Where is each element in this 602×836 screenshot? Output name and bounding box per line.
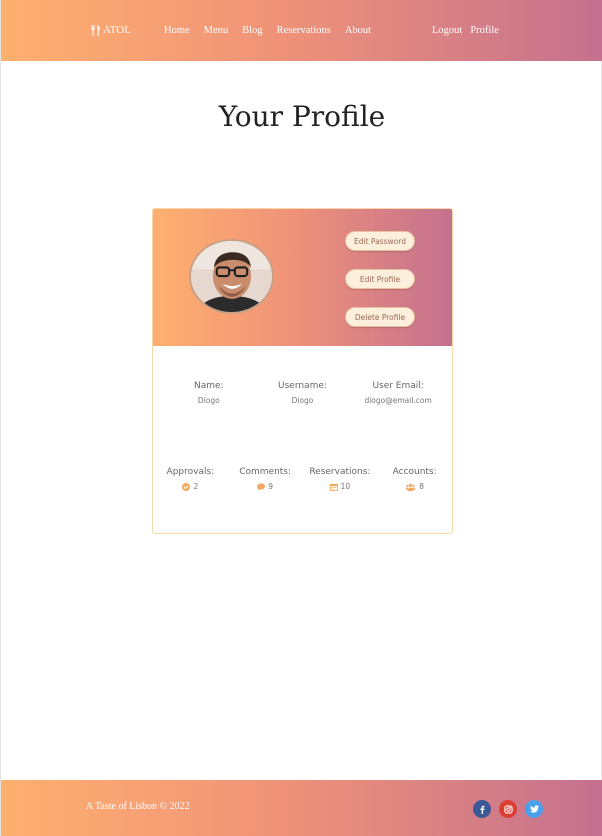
- edit-password-button[interactable]: Edit Password: [345, 231, 415, 251]
- reservations-value: 10: [340, 482, 351, 491]
- approvals-label: Approvals:: [166, 467, 215, 477]
- reservations-label: Reservations:: [309, 467, 371, 477]
- instagram-icon[interactable]: [499, 800, 517, 818]
- check-circle-icon: [182, 482, 191, 491]
- reservations-stat: Reservations: 10: [303, 467, 378, 491]
- profile-actions: Edit Password Edit Profile Delete Profil…: [345, 231, 415, 327]
- cutlery-icon: [91, 24, 100, 36]
- avatar: [189, 239, 274, 314]
- footer-copyright: A Taste of Lisbon © 2022: [86, 801, 190, 812]
- calendar-icon: [329, 483, 338, 491]
- accounts-value: 8: [419, 482, 425, 491]
- brand-name: ATOL: [103, 24, 131, 36]
- username-field: Username: Diogo: [253, 381, 353, 405]
- approvals-value: 2: [193, 482, 199, 491]
- accounts-stat: Accounts: 8: [377, 467, 452, 491]
- nav-profile[interactable]: Profile: [470, 25, 499, 36]
- twitter-icon[interactable]: [525, 800, 543, 818]
- profile-stats: Approvals: 2 Comments: 9 Reservations: 1…: [153, 467, 452, 491]
- edit-profile-button[interactable]: Edit Profile: [345, 269, 415, 289]
- users-icon: [405, 483, 416, 491]
- delete-profile-button[interactable]: Delete Profile: [345, 307, 415, 327]
- email-label: User Email:: [372, 381, 424, 391]
- top-navbar: ATOL Home Menu Blog Reservations About L…: [1, 0, 602, 61]
- comment-icon: [257, 482, 266, 491]
- name-label: Name:: [194, 381, 224, 391]
- nav-blog[interactable]: Blog: [242, 25, 262, 36]
- social-links: [473, 800, 543, 818]
- comments-value: 9: [268, 482, 274, 491]
- footer: A Taste of Lisbon © 2022: [1, 780, 602, 836]
- name-value: Diogo: [197, 396, 220, 405]
- email-field: User Email: diogo@email.com: [352, 381, 452, 405]
- profile-fields: Name: Diogo Username: Diogo User Email: …: [153, 381, 452, 405]
- page-title: Your Profile: [218, 100, 386, 133]
- nav-logout[interactable]: Logout: [432, 25, 462, 36]
- brand-logo[interactable]: ATOL: [90, 24, 131, 36]
- username-label: Username:: [278, 381, 327, 391]
- username-value: Diogo: [291, 396, 314, 405]
- approvals-stat: Approvals: 2: [153, 467, 228, 491]
- nav-home[interactable]: Home: [164, 25, 190, 36]
- main-nav: Home Menu Blog Reservations About: [164, 25, 385, 36]
- nav-reservations[interactable]: Reservations: [277, 25, 331, 36]
- facebook-icon[interactable]: [473, 800, 491, 818]
- nav-menu[interactable]: Menu: [204, 25, 229, 36]
- comments-label: Comments:: [239, 467, 292, 477]
- comments-stat: Comments: 9: [228, 467, 303, 491]
- accounts-label: Accounts:: [392, 467, 437, 477]
- profile-card-header: Edit Password Edit Profile Delete Profil…: [153, 209, 452, 346]
- email-value: diogo@email.com: [364, 396, 432, 405]
- profile-card: Edit Password Edit Profile Delete Profil…: [152, 208, 453, 534]
- name-field: Name: Diogo: [153, 381, 253, 405]
- account-nav: Logout Profile: [432, 25, 499, 36]
- nav-about[interactable]: About: [345, 25, 371, 36]
